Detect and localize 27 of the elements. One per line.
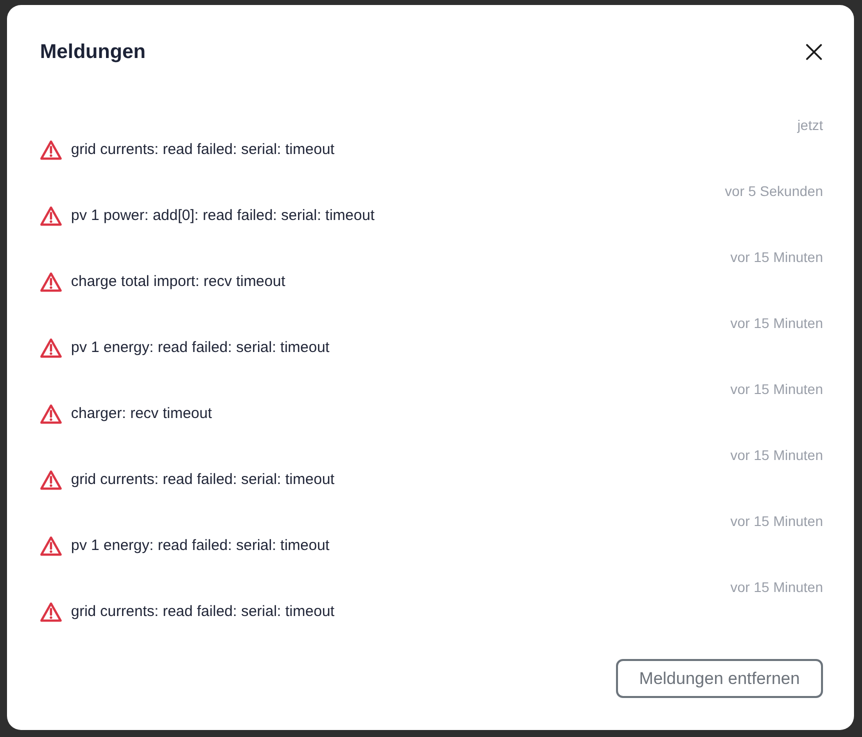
message-time: vor 15 Minuten — [730, 314, 823, 332]
warning-icon — [40, 602, 62, 622]
close-icon — [806, 44, 822, 60]
warning-icon — [40, 206, 62, 226]
message-text: charge total import: recv timeout — [71, 272, 286, 292]
message-time: vor 15 Minuten — [730, 380, 823, 398]
message-time: vor 15 Minuten — [730, 512, 823, 530]
message-time: vor 15 Minuten — [730, 578, 823, 596]
message-time: vor 5 Sekunden — [724, 182, 823, 200]
message-text: pv 1 energy: read failed: serial: timeout — [71, 338, 330, 358]
message-text: grid currents: read failed: serial: timeout — [71, 470, 334, 490]
message-text: grid currents: read failed: serial: timeout — [71, 602, 334, 622]
warning-icon — [40, 272, 62, 292]
clear-messages-button[interactable]: Meldungen entfernen — [616, 659, 823, 698]
message-text: pv 1 energy: read failed: serial: timeout — [71, 536, 330, 556]
dialog-title: Meldungen — [40, 40, 146, 64]
warning-icon — [40, 404, 62, 424]
message-time: vor 15 Minuten — [730, 446, 823, 464]
message-text: grid currents: read failed: serial: timeout — [71, 140, 334, 160]
warning-icon — [40, 140, 62, 160]
warning-icon — [40, 536, 62, 556]
message-text: charger: recv timeout — [71, 404, 212, 424]
message-time: jetzt — [797, 116, 823, 134]
message-time: vor 15 Minuten — [730, 248, 823, 266]
warning-icon — [40, 470, 62, 490]
message-text: pv 1 power: add[0]: read failed: serial: timeout — [71, 206, 375, 226]
warning-icon — [40, 338, 62, 358]
